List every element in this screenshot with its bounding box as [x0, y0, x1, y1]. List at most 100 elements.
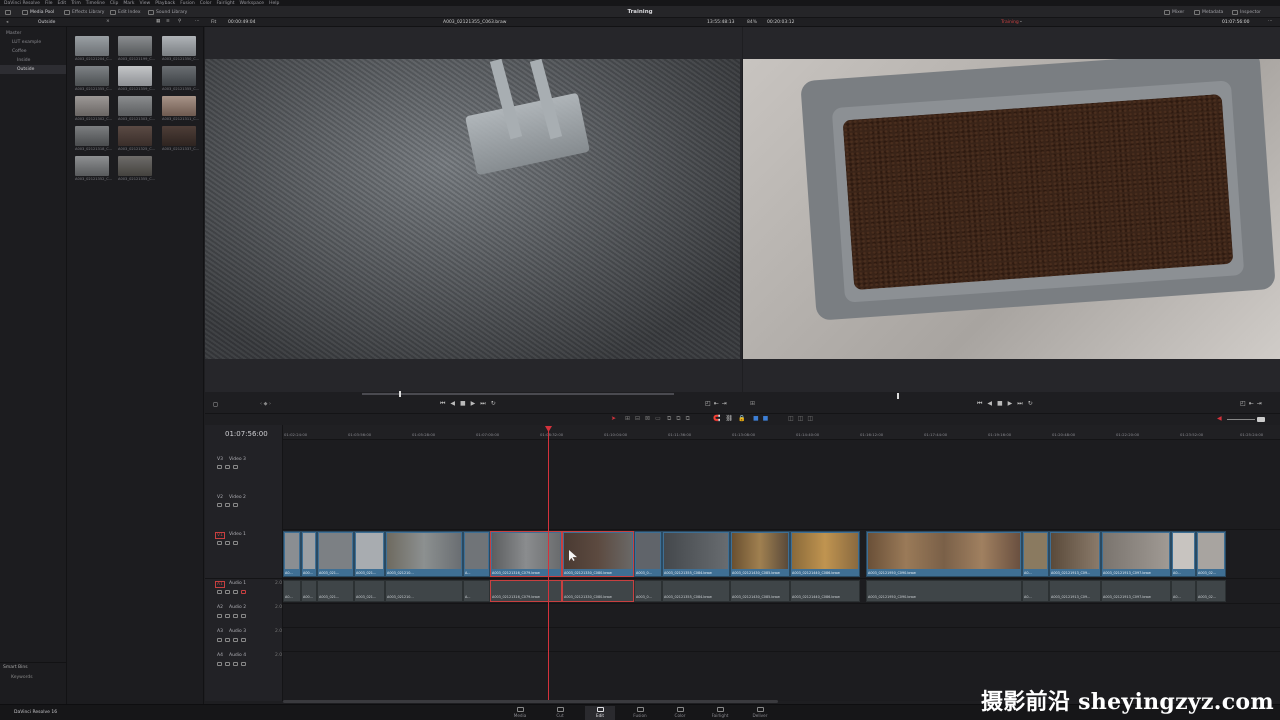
mute-icon[interactable]	[241, 614, 246, 618]
audio-clip[interactable]: A003_02121913_C097.braw	[1101, 580, 1171, 602]
track-v1-controls[interactable]	[217, 541, 238, 545]
match-frame-icon[interactable]: ⊞	[750, 400, 755, 407]
flag-tools[interactable]: ■■	[753, 415, 772, 422]
search-icon[interactable]: ⚲	[178, 19, 181, 24]
timeline-scrollbar[interactable]	[283, 700, 778, 703]
marker-tools[interactable]: ◫◫◫	[788, 415, 817, 422]
media-thumbnail[interactable]	[118, 66, 152, 86]
page-tab-deliver[interactable]: Deliver	[745, 706, 775, 720]
auto-select-icon[interactable]	[225, 465, 230, 469]
timeline-name-select[interactable]: Training	[1001, 20, 1019, 25]
lock-icon[interactable]	[217, 465, 222, 469]
solo-icon[interactable]	[233, 638, 238, 642]
monitor-icon[interactable]	[233, 503, 238, 507]
zoom-handle[interactable]	[1257, 417, 1265, 422]
video-clip[interactable]: A003_021210...	[385, 531, 463, 577]
audio-clip-selected[interactable]: A003_02121316_C079.braw	[490, 580, 562, 602]
audio-clip[interactable]: A00...	[301, 580, 317, 602]
media-pool-button[interactable]: Media Pool	[22, 8, 54, 16]
source-viewer[interactable]	[205, 27, 742, 397]
audio-clip[interactable]: A003_02...	[1196, 580, 1226, 602]
audio-clip[interactable]: A003_02121950_C090.braw	[866, 580, 1022, 602]
source-clip-name[interactable]: A003_02121355_C063.braw	[443, 20, 506, 25]
video-clip[interactable]: A003_02121950_C090.braw	[866, 531, 1022, 577]
track-a3-name[interactable]: Audio 3	[229, 629, 246, 634]
audio-clip[interactable]: A0...	[1171, 580, 1196, 602]
lock-icon[interactable]	[217, 614, 222, 618]
timeline-transport-controls[interactable]: ⏮◀■▶⏭↻	[977, 400, 1038, 408]
video-clip[interactable]: A003_021...	[317, 531, 354, 577]
menu-clip[interactable]: Clip	[110, 1, 119, 6]
timeline-mark-controls[interactable]: ◰⇤⇥	[1240, 400, 1265, 407]
track-v2-name[interactable]: Video 2	[229, 495, 246, 500]
media-thumbnail[interactable]	[75, 96, 109, 116]
auto-select-icon[interactable]	[225, 590, 230, 594]
lock-icon[interactable]	[217, 638, 222, 642]
bin-coffee[interactable]: Coffee	[0, 47, 66, 56]
metadata-button[interactable]: Metadata	[1194, 8, 1223, 16]
close-icon[interactable]: ×	[106, 19, 110, 24]
audio-clip-selected[interactable]: A003_02121330_C080.braw	[562, 580, 634, 602]
toolbar-toggle-button[interactable]	[5, 8, 11, 16]
media-thumbnail[interactable]	[162, 36, 196, 56]
monitor-icon[interactable]	[233, 541, 238, 545]
audio-clip[interactable]: A0...	[283, 580, 301, 602]
menu-mark[interactable]: Mark	[123, 1, 134, 6]
media-thumbnail[interactable]	[118, 36, 152, 56]
menu-workspace[interactable]: Workspace	[239, 1, 264, 6]
menu-app[interactable]: DaVinci Resolve	[4, 1, 40, 6]
monitor-icon[interactable]	[233, 465, 238, 469]
source-scrubber[interactable]	[362, 393, 674, 395]
page-tab-media[interactable]: Media	[505, 706, 535, 720]
video-clip[interactable]: A0...	[1022, 531, 1049, 577]
jog-icon[interactable]: ‹ ◆ ›	[260, 401, 271, 407]
video-clip[interactable]: A003_02...	[1196, 531, 1226, 577]
page-tab-fusion[interactable]: Fusion	[625, 706, 655, 720]
menu-fairlight[interactable]: Fairlight	[216, 1, 234, 6]
audio-clip[interactable]: A003_02121430_C085.braw	[730, 580, 790, 602]
clip-view-icon[interactable]: ◻	[213, 401, 218, 408]
timeline-viewer[interactable]	[743, 27, 1280, 399]
selection-tool-icon[interactable]: ➤	[611, 415, 616, 422]
snap-link-tools[interactable]: 🧲⛓🔒	[713, 415, 751, 422]
solo-icon[interactable]	[233, 590, 238, 594]
timeline-zoom-select[interactable]: 84%	[747, 20, 757, 25]
bin-inside[interactable]: Inside	[0, 56, 66, 65]
menu-file[interactable]: File	[45, 1, 53, 6]
menu-help[interactable]: Help	[269, 1, 279, 6]
page-tab-edit[interactable]: Edit	[585, 706, 615, 720]
mute-icon[interactable]	[241, 662, 246, 666]
media-thumbnail[interactable]	[118, 126, 152, 146]
track-a4-name[interactable]: Audio 4	[229, 653, 246, 658]
video-clip[interactable]: A003_02121913_C097.braw	[1101, 531, 1171, 577]
track-a4-controls[interactable]	[217, 662, 246, 666]
bin-outside[interactable]: Outside	[0, 65, 66, 74]
audio-clip[interactable]: A003_02121355_C084.braw	[662, 580, 730, 602]
timeline-ruler[interactable]: 01:02:24:00 01:03:56:00 01:05:28:00 01:0…	[283, 425, 1280, 440]
media-thumbnail[interactable]	[75, 156, 109, 176]
video-clip[interactable]: A00...	[301, 531, 317, 577]
source-playhead[interactable]	[399, 391, 401, 397]
timeline-playhead[interactable]	[548, 428, 549, 700]
media-thumbnail[interactable]	[162, 126, 196, 146]
audio-clip[interactable]: A003_02121440_C086.braw	[790, 580, 860, 602]
media-thumbnail[interactable]	[162, 66, 196, 86]
menu-color[interactable]: Color	[200, 1, 212, 6]
edit-tools[interactable]: ⊞⊟⊠▭	[625, 415, 666, 422]
audio-clip[interactable]: A003_021210...	[385, 580, 463, 602]
track-v2-controls[interactable]	[217, 503, 238, 507]
edit-index-button[interactable]: Edit Index	[110, 8, 141, 16]
page-tab-fairlight[interactable]: Fairlight	[705, 706, 735, 720]
track-a1-name[interactable]: Audio 1	[229, 581, 246, 586]
page-tab-cut[interactable]: Cut	[545, 706, 575, 720]
smart-bin-keywords[interactable]: Keywords	[3, 675, 63, 680]
auto-select-icon[interactable]	[225, 503, 230, 507]
media-thumbnail[interactable]	[118, 96, 152, 116]
audio-clip[interactable]: A0...	[1022, 580, 1049, 602]
bin-master[interactable]: Master	[0, 29, 66, 38]
video-clip-selected[interactable]: A003_02121316_C079.braw	[490, 531, 562, 577]
lock-icon[interactable]	[217, 590, 222, 594]
smart-bins-header[interactable]: Smart Bins	[3, 665, 63, 670]
track-a2-controls[interactable]	[217, 614, 246, 618]
solo-icon[interactable]	[233, 662, 238, 666]
